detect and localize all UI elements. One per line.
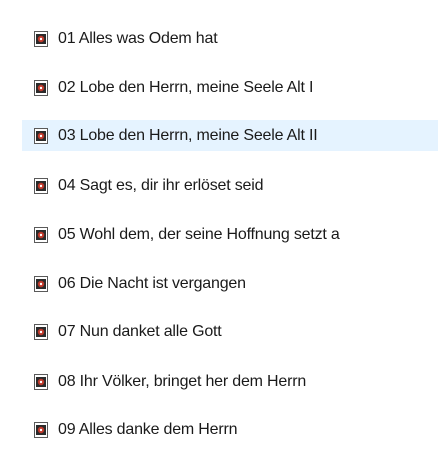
file-name: 03 Lobe den Herrn, meine Seele Alt II — [58, 126, 318, 144]
audio-file-icon — [34, 127, 48, 144]
audio-file-icon — [34, 177, 48, 194]
audio-file-icon — [34, 275, 48, 292]
file-row-07[interactable]: 07 Nun danket alle Gott — [22, 316, 438, 347]
file-name: 02 Lobe den Herrn, meine Seele Alt I — [58, 78, 314, 96]
file-row-02[interactable]: 02 Lobe den Herrn, meine Seele Alt I — [22, 72, 438, 103]
file-list: 01 Alles was Odem hat 02 Lobe den Herrn,… — [0, 0, 438, 473]
file-name: 01 Alles was Odem hat — [58, 29, 218, 47]
file-name: 06 Die Nacht ist vergangen — [58, 274, 246, 292]
file-row-04[interactable]: 04 Sagt es, dir ihr erlöset seid — [22, 170, 438, 201]
audio-file-icon — [34, 79, 48, 96]
file-name: 07 Nun danket alle Gott — [58, 322, 222, 340]
audio-file-icon — [34, 373, 48, 390]
file-row-01[interactable]: 01 Alles was Odem hat — [22, 23, 438, 54]
audio-file-icon — [34, 226, 48, 243]
file-name: 04 Sagt es, dir ihr erlöset seid — [58, 176, 264, 194]
audio-file-icon — [34, 421, 48, 438]
file-name: 09 Alles danke dem Herrn — [58, 420, 238, 438]
file-name: 05 Wohl dem, der seine Hoffnung setzt a — [58, 225, 340, 243]
file-row-08[interactable]: 08 Ihr Völker, bringet her dem Herrn — [22, 366, 438, 397]
file-name: 08 Ihr Völker, bringet her dem Herrn — [58, 372, 307, 390]
audio-file-icon — [34, 323, 48, 340]
file-row-06[interactable]: 06 Die Nacht ist vergangen — [22, 268, 438, 299]
file-row-03-selected[interactable]: 03 Lobe den Herrn, meine Seele Alt II — [22, 120, 438, 151]
file-row-09[interactable]: 09 Alles danke dem Herrn — [22, 414, 438, 445]
audio-file-icon — [34, 30, 48, 47]
file-row-05[interactable]: 05 Wohl dem, der seine Hoffnung setzt a — [22, 219, 438, 250]
